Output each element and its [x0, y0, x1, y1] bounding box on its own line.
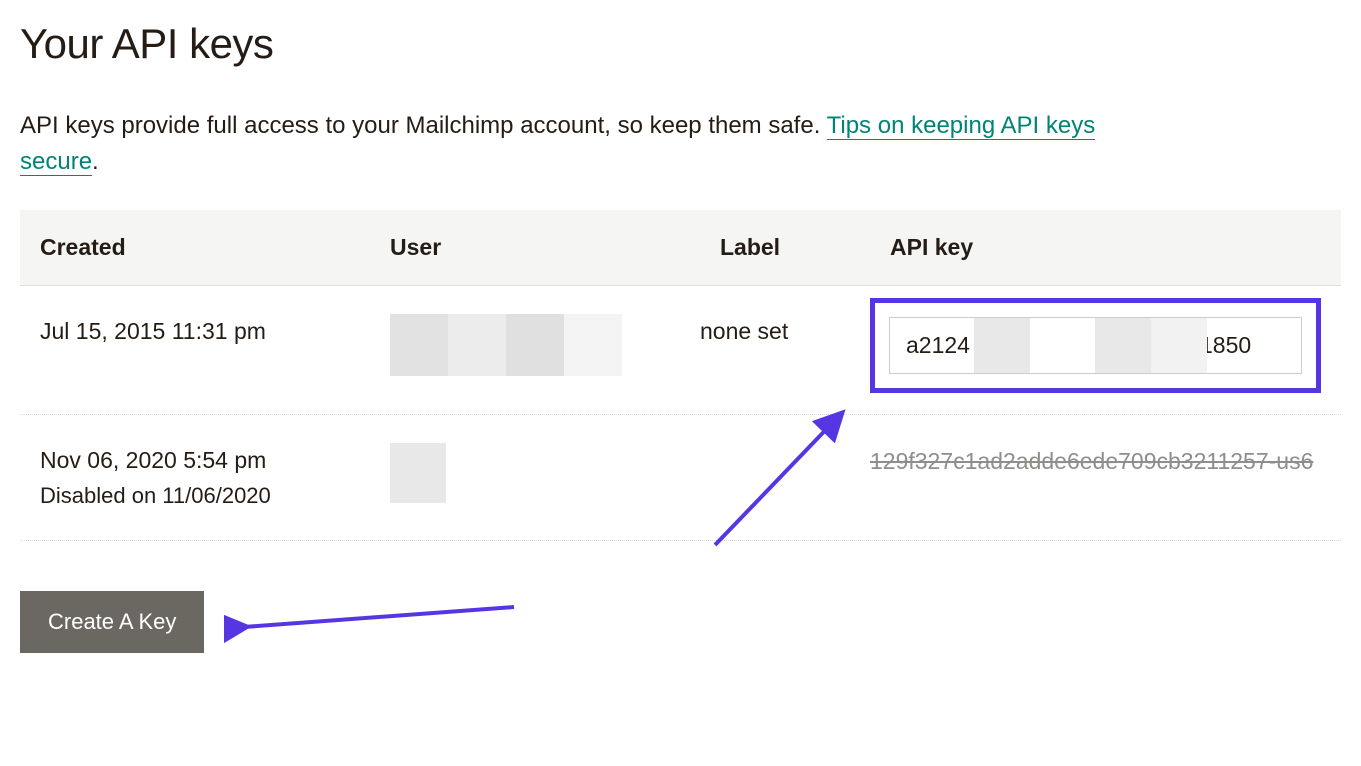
header-user: User	[370, 210, 700, 285]
apikey-disabled-text: 129f327c1ad2adde6ede709cb3211257-us6	[870, 433, 1321, 490]
cell-label	[700, 433, 870, 453]
cell-user	[370, 304, 700, 396]
page-title: Your API keys	[20, 20, 1341, 68]
cell-created: Jul 15, 2015 11:31 pm	[20, 304, 370, 359]
redacted-overlay-icon	[1095, 318, 1207, 373]
table-row: Nov 06, 2020 5:54 pm Disabled on 11/06/2…	[20, 415, 1341, 542]
redacted-user-icon	[390, 314, 622, 376]
created-date: Nov 06, 2020 5:54 pm	[40, 443, 350, 478]
cell-created: Nov 06, 2020 5:54 pm Disabled on 11/06/2…	[20, 433, 370, 523]
redacted-overlay-icon	[974, 318, 1030, 373]
table-header-row: Created User Label API key	[20, 210, 1341, 286]
description-period: .	[92, 148, 99, 175]
apikey-highlight-box	[870, 298, 1321, 393]
header-apikey: API key	[870, 210, 1341, 285]
description-text: API keys provide full access to your Mai…	[20, 108, 1120, 180]
cell-user	[370, 433, 700, 523]
table-row: Jul 15, 2015 11:31 pm none set	[20, 286, 1341, 415]
disabled-note: Disabled on 11/06/2020	[40, 479, 350, 512]
header-label: Label	[700, 210, 870, 285]
create-key-button[interactable]: Create A Key	[20, 591, 204, 653]
redacted-user-icon	[390, 443, 446, 503]
arrow-to-button-icon	[224, 597, 524, 647]
description-prefix: API keys provide full access to your Mai…	[20, 112, 827, 139]
cell-label: none set	[700, 304, 870, 359]
cell-apikey: 129f327c1ad2adde6ede709cb3211257-us6	[870, 433, 1341, 490]
header-created: Created	[20, 210, 370, 285]
button-row: Create A Key	[20, 591, 1341, 653]
api-keys-table: Created User Label API key Jul 15, 2015 …	[20, 210, 1341, 541]
cell-apikey	[870, 304, 1341, 393]
